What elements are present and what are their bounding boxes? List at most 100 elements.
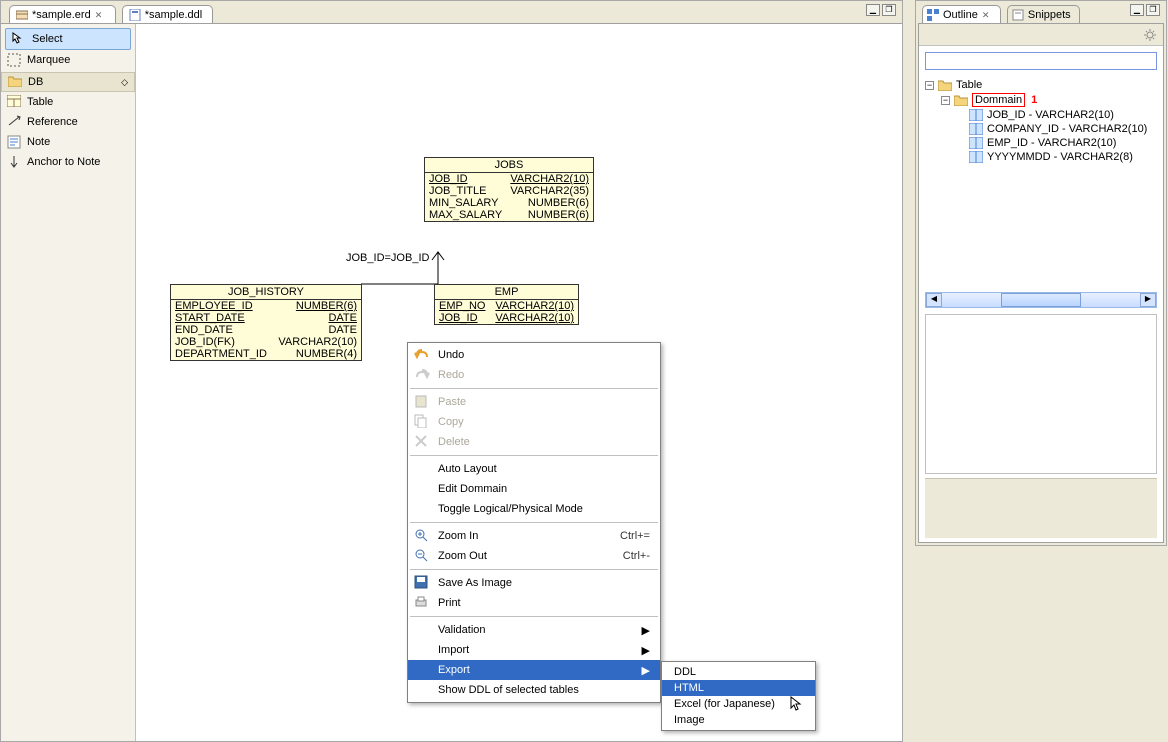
delete-icon: [414, 434, 432, 450]
tab-sample-ddl[interactable]: *sample.ddl: [122, 5, 213, 23]
editor-area: *sample.erd ✕ *sample.ddl ▁ ❐ Select Mar…: [0, 0, 903, 742]
column-icon: [969, 137, 983, 149]
tab-snippets[interactable]: Snippets: [1007, 5, 1080, 23]
scroll-thumb[interactable]: [1001, 293, 1080, 307]
relation-label: JOB_ID=JOB_ID: [346, 252, 429, 264]
print-icon: [414, 595, 432, 611]
outline-filter-input[interactable]: [925, 52, 1157, 70]
menu-show-ddl[interactable]: Show DDL of selected tables: [408, 680, 660, 700]
close-icon[interactable]: ✕: [982, 10, 992, 20]
palette-label: Anchor to Note: [27, 156, 100, 168]
tree-label: COMPANY_ID - VARCHAR2(10): [987, 123, 1147, 135]
tab-label: *sample.erd: [32, 9, 91, 21]
folder-icon: [8, 75, 22, 89]
undo-icon: [414, 347, 432, 363]
menu-auto-layout[interactable]: Auto Layout: [408, 459, 660, 479]
maximize-button[interactable]: ❐: [1146, 4, 1160, 16]
palette-label: Reference: [27, 116, 78, 128]
palette-db-header[interactable]: DB ◇: [1, 72, 135, 92]
tab-label: Snippets: [1028, 9, 1071, 21]
tree-node-empid[interactable]: EMP_ID - VARCHAR2(10): [925, 136, 1157, 150]
erd-file-icon: [16, 9, 28, 21]
menu-delete[interactable]: Delete: [408, 432, 660, 452]
scroll-right-button[interactable]: ▶: [1140, 293, 1156, 307]
folder-icon: [938, 79, 952, 91]
palette-reference[interactable]: Reference: [1, 112, 135, 132]
tree-label: Dommain: [972, 93, 1025, 107]
table-header: EMP: [435, 285, 578, 300]
submenu-html[interactable]: HTML: [662, 680, 815, 696]
palette: Select Marquee DB ◇ Table Reference N: [1, 24, 136, 741]
palette-label: Note: [27, 136, 50, 148]
menu-export[interactable]: Export▶: [408, 660, 660, 680]
ddl-file-icon: [129, 9, 141, 21]
domain-marker: 1: [1031, 94, 1037, 106]
tree-node-table[interactable]: − Table: [925, 78, 1157, 92]
erd-table-emp[interactable]: EMP EMP_NOVARCHAR2(10) JOB_IDVARCHAR2(10…: [434, 284, 579, 325]
tab-label: Outline: [943, 9, 978, 21]
paste-icon: [414, 394, 432, 410]
erd-table-jobs[interactable]: JOBS JOB_IDVARCHAR2(10) JOB_TITLEVARCHAR…: [424, 157, 594, 222]
tab-outline[interactable]: Outline ✕: [922, 5, 1001, 23]
context-menu: Undo Redo Paste Copy Delete Auto Layout …: [407, 342, 661, 703]
palette-label: Select: [32, 33, 63, 45]
menu-import[interactable]: Import▶: [408, 640, 660, 660]
outline-preview: [925, 314, 1157, 474]
tree-label: YYYYMMDD - VARCHAR2(8): [987, 151, 1133, 163]
reference-icon: [7, 115, 21, 129]
table-header: JOB_HISTORY: [171, 285, 361, 300]
maximize-button[interactable]: ❐: [882, 4, 896, 16]
gear-icon[interactable]: [1143, 28, 1157, 42]
folder-icon: [954, 94, 968, 106]
menu-edit-domain[interactable]: Edit Dommain: [408, 479, 660, 499]
menu-undo[interactable]: Undo: [408, 345, 660, 365]
editor-tabs: *sample.erd ✕ *sample.ddl ▁ ❐: [1, 1, 902, 23]
menu-print[interactable]: Print: [408, 593, 660, 613]
tree-node-companyid[interactable]: COMPANY_ID - VARCHAR2(10): [925, 122, 1157, 136]
editor-body: Select Marquee DB ◇ Table Reference N: [1, 23, 902, 741]
menu-zoom-out[interactable]: Zoom OutCtrl+-: [408, 546, 660, 566]
close-icon[interactable]: ✕: [95, 10, 105, 20]
palette-marquee[interactable]: Marquee: [1, 50, 135, 70]
submenu-ddl[interactable]: DDL: [662, 664, 815, 680]
expand-icon[interactable]: −: [925, 81, 934, 90]
outline-toolbar: [919, 24, 1163, 46]
menu-paste[interactable]: Paste: [408, 392, 660, 412]
copy-icon: [414, 414, 432, 430]
erd-table-job-history[interactable]: JOB_HISTORY EMPLOYEE_IDNUMBER(6) START_D…: [170, 284, 362, 361]
minimize-button[interactable]: ▁: [1130, 4, 1144, 16]
tree-node-yyyymmdd[interactable]: YYYYMMDD - VARCHAR2(8): [925, 150, 1157, 164]
submenu-image[interactable]: Image: [662, 712, 815, 728]
snippets-icon: [1012, 9, 1024, 21]
tab-sample-erd[interactable]: *sample.erd ✕: [9, 5, 116, 23]
marquee-icon: [7, 53, 21, 67]
palette-anchor[interactable]: Anchor to Note: [1, 152, 135, 172]
right-tabs: Outline ✕ Snippets ▁ ❐: [916, 1, 1166, 23]
outline-body: − Table − Dommain 1 JOB_ID - VARCHAR2(10…: [918, 23, 1164, 543]
minimize-button[interactable]: ▁: [866, 4, 880, 16]
palette-table[interactable]: Table: [1, 92, 135, 112]
erd-canvas[interactable]: JOB_ID=JOB_ID JOBS JOB_IDVARCHAR2(10) JO…: [136, 24, 902, 741]
menu-redo[interactable]: Redo: [408, 365, 660, 385]
window-controls: ▁ ❐: [866, 4, 896, 16]
window-controls: ▁ ❐: [1130, 4, 1160, 16]
palette-note[interactable]: Note: [1, 132, 135, 152]
column-icon: [969, 151, 983, 163]
menu-copy[interactable]: Copy: [408, 412, 660, 432]
outline-tree: − Table − Dommain 1 JOB_ID - VARCHAR2(10…: [919, 76, 1163, 166]
horizontal-scrollbar[interactable]: ◀ ▶: [925, 292, 1157, 308]
menu-zoom-in[interactable]: Zoom InCtrl+=: [408, 526, 660, 546]
palette-select[interactable]: Select: [5, 28, 131, 50]
expand-icon[interactable]: −: [941, 96, 950, 105]
menu-toggle-mode[interactable]: Toggle Logical/Physical Mode: [408, 499, 660, 519]
redo-icon: [414, 367, 432, 383]
tree-label: Table: [956, 79, 982, 91]
tree-label: JOB_ID - VARCHAR2(10): [987, 109, 1114, 121]
collapse-icon[interactable]: ◇: [121, 77, 128, 88]
scroll-track[interactable]: [942, 293, 1140, 307]
menu-save-image[interactable]: Save As Image: [408, 573, 660, 593]
tree-node-domain[interactable]: − Dommain 1: [925, 92, 1157, 108]
menu-validation[interactable]: Validation▶: [408, 620, 660, 640]
scroll-left-button[interactable]: ◀: [926, 293, 942, 307]
tree-node-jobid[interactable]: JOB_ID - VARCHAR2(10): [925, 108, 1157, 122]
